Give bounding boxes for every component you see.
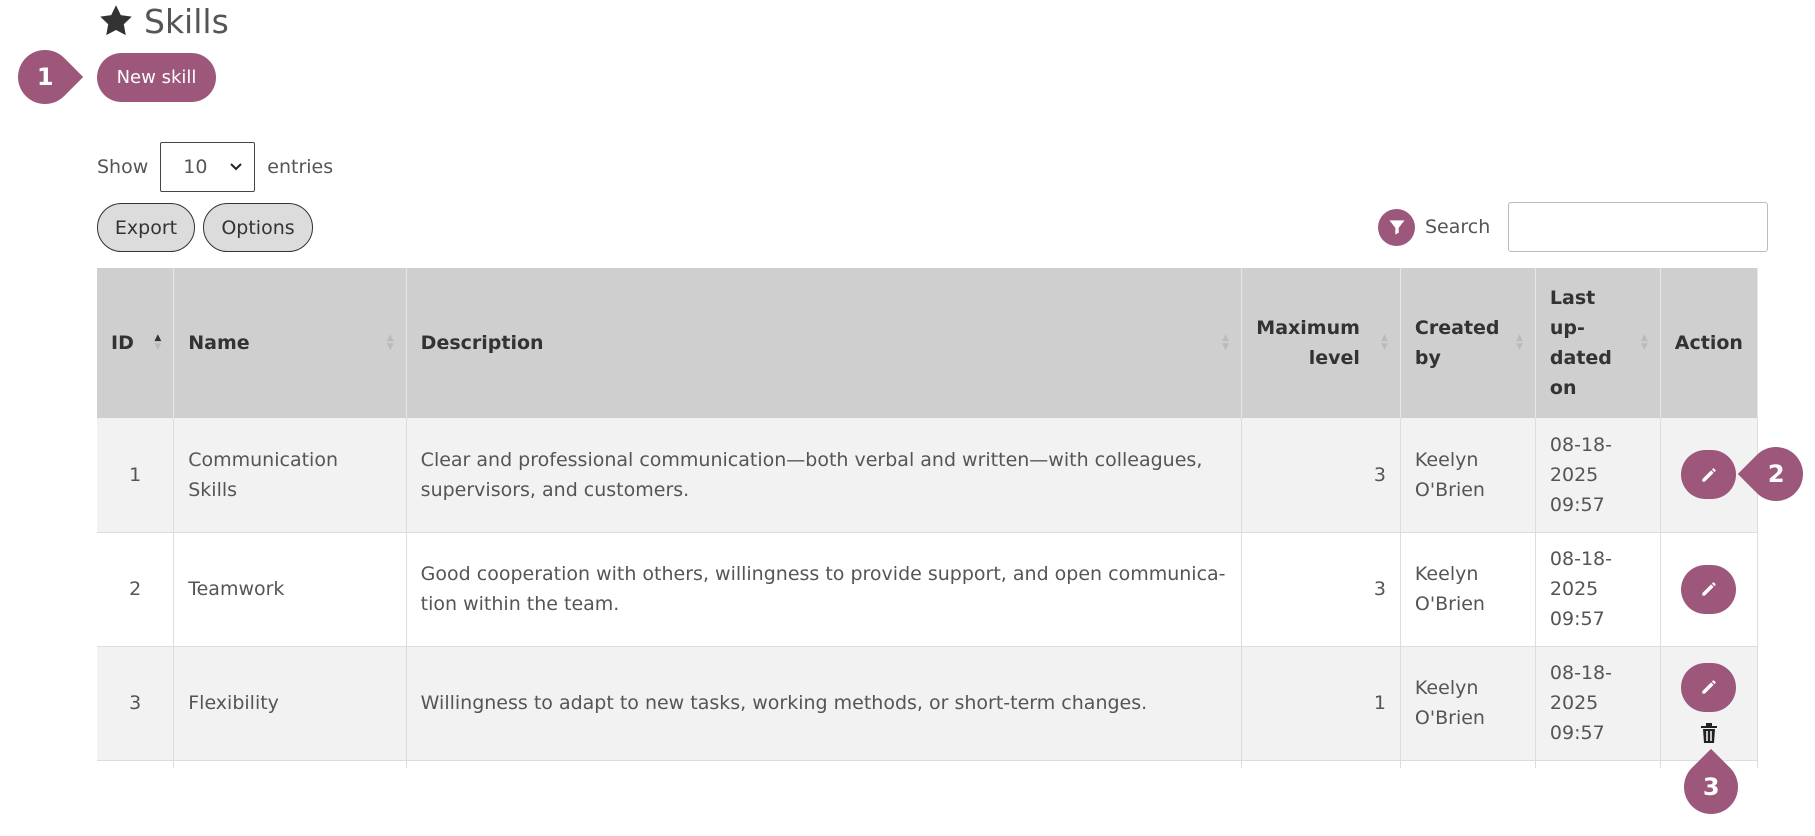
cell-max-level: 1 xyxy=(1241,646,1401,761)
table-row: 1 Communication Skills Clear and profess… xyxy=(97,418,1758,533)
sort-icon: ▲ ▼ xyxy=(386,333,394,352)
column-header-created-by[interactable]: Created by ▲ ▼ xyxy=(1400,268,1536,418)
column-header-maximum-level[interactable]: Maximum level ▲ ▼ xyxy=(1241,268,1401,418)
callout-marker-1: 1 xyxy=(6,38,84,116)
sort-icon: ▲ ▼ xyxy=(1640,333,1648,352)
pencil-icon xyxy=(1702,680,1716,694)
page-title-text: Skills xyxy=(144,1,229,41)
cell-description: Good cooperation with others, willingnes… xyxy=(406,532,1242,647)
entries-length-control: Show 10 entries xyxy=(97,142,333,192)
star-icon xyxy=(100,5,132,36)
cell-action xyxy=(1660,646,1758,761)
table-header-row: ID ▲ ▼ Name ▲ ▼ Description ▲ ▼ Maximum lev… xyxy=(97,268,1758,418)
sort-icon: ▲ ▼ xyxy=(1515,333,1523,352)
column-header-last-updated[interactable]: Last up-dated on ▲ ▼ xyxy=(1535,268,1661,418)
cell-id: 1 xyxy=(97,418,175,533)
pencil-icon xyxy=(1702,468,1716,482)
skills-table: ID ▲ ▼ Name ▲ ▼ Description ▲ ▼ Maximum lev… xyxy=(97,268,1758,768)
cell-created-by: Keelyn O'Brien xyxy=(1400,418,1536,533)
edit-button[interactable] xyxy=(1681,450,1737,500)
table-row-partial xyxy=(97,760,1758,768)
column-header-action: Action xyxy=(1660,268,1758,418)
table-row: 2 Teamwork Good cooperation with others,… xyxy=(97,532,1758,647)
cell-created-by: Keelyn O'Brien xyxy=(1400,532,1536,647)
new-skill-button[interactable]: New skill xyxy=(97,53,216,102)
pencil-icon xyxy=(1702,582,1716,596)
filter-icon xyxy=(1389,220,1404,235)
options-button[interactable]: Options xyxy=(203,203,313,252)
search-input[interactable] xyxy=(1508,202,1769,252)
entries-select[interactable]: 10 xyxy=(160,142,256,192)
page-title: Skills xyxy=(98,0,229,42)
column-header-name[interactable]: Name ▲ ▼ xyxy=(173,268,407,418)
chevron-down-icon xyxy=(230,160,242,175)
cell-created-by: Keelyn O'Brien xyxy=(1400,646,1536,761)
search-label: Search xyxy=(1425,216,1491,238)
cell-last-updated: 08-18-2025 09:57 xyxy=(1535,418,1661,533)
sort-icon: ▲ ▼ xyxy=(1222,333,1229,352)
cell-description: Clear and professional communication—bot… xyxy=(406,418,1242,533)
cell-last-updated: 08-18-2025 09:57 xyxy=(1535,646,1661,761)
cell-name: Communication Skills xyxy=(173,418,407,533)
cell-description: Willingness to adapt to new tasks, worki… xyxy=(406,646,1242,761)
table-row: 3 Flexibility Willingness to adapt to ne… xyxy=(97,646,1758,761)
edit-button[interactable] xyxy=(1681,662,1737,712)
cell-max-level: 3 xyxy=(1241,532,1401,647)
cell-id: 2 xyxy=(97,532,175,647)
cell-max-level: 3 xyxy=(1241,418,1401,533)
sort-icon: ▲ ▼ xyxy=(154,333,162,352)
trash-icon[interactable] xyxy=(1699,722,1719,744)
cell-id: 3 xyxy=(97,646,175,761)
show-label: Show xyxy=(97,156,149,178)
export-button[interactable]: Export xyxy=(97,203,195,252)
edit-button[interactable] xyxy=(1681,564,1737,614)
cell-name: Flexibility xyxy=(173,646,407,761)
sort-icon: ▲ ▼ xyxy=(1381,333,1388,352)
skills-table-container: ID ▲ ▼ Name ▲ ▼ Description ▲ ▼ Maximum lev… xyxy=(97,268,1758,768)
column-header-description[interactable]: Description ▲ ▼ xyxy=(406,268,1242,418)
cell-action xyxy=(1660,532,1758,647)
cell-last-updated: 08-18-2025 09:57 xyxy=(1535,532,1661,647)
filter-button[interactable] xyxy=(1378,208,1415,246)
cell-name: Teamwork xyxy=(173,532,407,647)
search-area: Search xyxy=(1378,202,1769,252)
column-header-id[interactable]: ID ▲ ▼ xyxy=(97,268,175,418)
entries-select-value: 10 xyxy=(183,156,208,178)
entries-label: entries xyxy=(267,156,334,178)
